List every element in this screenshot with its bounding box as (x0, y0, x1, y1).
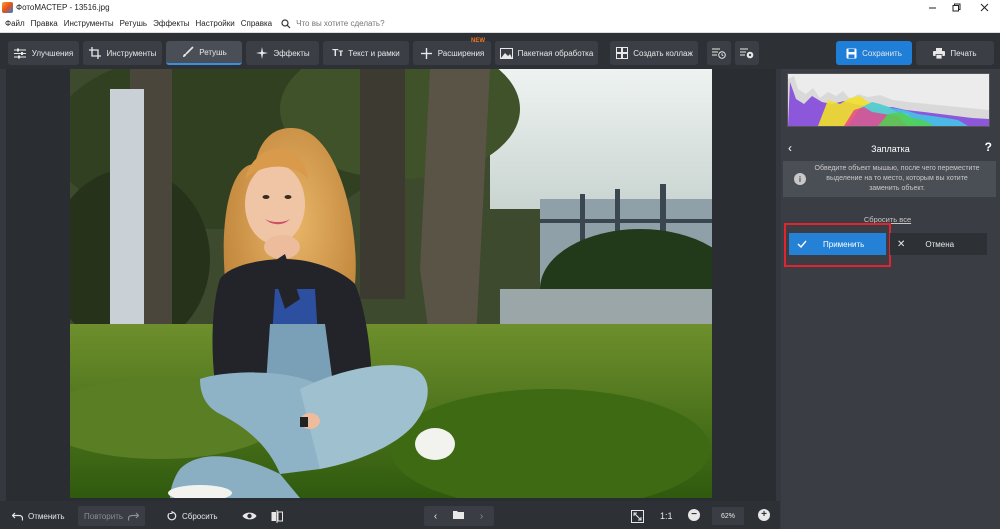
histogram (787, 73, 990, 127)
tab-text-frames[interactable]: Tт Текст и рамки (323, 41, 409, 65)
tab-extensions-label: Расширения (437, 48, 485, 58)
fullscreen-icon (631, 509, 644, 523)
info-box: i Обведите объект мышью, после чего пере… (783, 161, 996, 197)
save-button[interactable]: Сохранить (836, 41, 912, 65)
tab-enhancements[interactable]: Улучшения (8, 41, 79, 65)
redo-icon (128, 512, 140, 520)
undo-icon (12, 512, 23, 520)
tool-panel: ‹ Заплатка ? i Обведите объект мышью, по… (781, 69, 1000, 529)
check-icon (797, 240, 807, 248)
main-toolbar: Улучшения Инструменты Ретушь Эффекты Tт … (0, 33, 1000, 69)
bottom-bar: Отменить Повторить Сбросить ‹ › 1:1 − 62… (0, 501, 780, 529)
zoom-in-icon[interactable]: + (758, 509, 770, 521)
eye-icon (242, 512, 257, 520)
folder-icon[interactable] (447, 510, 470, 522)
menu-edit[interactable]: Правка (28, 19, 61, 28)
cancel-button[interactable]: ✕ Отмена (890, 233, 987, 255)
tab-enhancements-label: Улучшения (31, 48, 74, 58)
save-label: Сохранить (862, 48, 902, 58)
image-navigator: ‹ › (424, 506, 494, 526)
minimize-icon (928, 7, 936, 9)
next-image-icon[interactable]: › (470, 511, 493, 522)
panel-title: Заплатка (871, 143, 910, 154)
print-button[interactable]: Печать (916, 41, 994, 65)
sliders-icon (14, 47, 27, 60)
menu-file[interactable]: Файл (0, 19, 28, 28)
menu-tools[interactable]: Инструменты (61, 19, 117, 28)
tab-retouch-label: Ретушь (199, 47, 227, 57)
photo-image[interactable] (70, 69, 712, 498)
tab-batch-processing[interactable]: Пакетная обработка (495, 41, 598, 65)
compare-icon (271, 509, 283, 523)
list-clock-icon (712, 48, 726, 59)
printer-icon (933, 47, 946, 59)
maximize-button[interactable] (942, 0, 970, 15)
info-icon: i (794, 173, 806, 185)
batch-icon (499, 47, 513, 60)
plus-icon (420, 47, 433, 60)
prev-image-icon[interactable]: ‹ (424, 511, 447, 522)
preview-button[interactable] (242, 506, 257, 526)
restore-icon (952, 3, 960, 12)
compare-button[interactable] (271, 506, 283, 526)
close-icon (980, 3, 988, 12)
new-badge: NEW (471, 38, 485, 44)
reset-icon (167, 511, 177, 521)
apply-label: Применить (823, 239, 865, 249)
collage-icon (615, 47, 628, 60)
redo-button[interactable]: Повторить (78, 506, 146, 526)
cancel-label: Отмена (925, 239, 955, 249)
close-icon: ✕ (897, 238, 906, 250)
back-arrow-icon[interactable]: ‹ (788, 141, 792, 155)
window-title: ФотоМАСТЕР - 13516.jpg (16, 3, 110, 12)
tab-extensions[interactable]: Расширения NEW (413, 38, 491, 65)
tab-batch-processing-label: Пакетная обработка (517, 48, 594, 58)
help-icon[interactable]: ? (985, 140, 992, 154)
undo-label: Отменить (28, 511, 65, 521)
menu-effects[interactable]: Эффекты (150, 19, 192, 28)
list-settings-icon (740, 48, 754, 59)
floppy-icon (846, 48, 857, 58)
text-icon: Tт (332, 47, 344, 59)
tab-text-frames-label: Текст и рамки (348, 48, 400, 58)
command-search-input[interactable] (296, 19, 417, 28)
tab-tools-label: Инструменты (106, 48, 157, 58)
app-logo-icon (2, 2, 13, 13)
title-bar: ФотоМАСТЕР - 13516.jpg (0, 0, 1000, 15)
tab-retouch[interactable]: Ретушь (166, 41, 242, 65)
tab-tools[interactable]: Инструменты (83, 41, 162, 65)
actual-size-button[interactable]: 1:1 (660, 506, 673, 526)
menu-help[interactable]: Справка (238, 19, 275, 28)
menu-bar: Файл Правка Инструменты Ретушь Эффекты Н… (0, 15, 1000, 33)
undo-button[interactable]: Отменить (12, 506, 65, 526)
reset-button[interactable]: Сбросить (167, 506, 218, 526)
brush-icon (181, 46, 194, 59)
info-text: Обведите объект мышью, после чего переме… (814, 165, 980, 192)
print-label: Печать (950, 48, 977, 58)
panel-header: ‹ Заплатка ? (781, 140, 1000, 157)
presets-button[interactable] (735, 41, 759, 65)
menu-retouch[interactable]: Ретушь (117, 19, 151, 28)
portrait-photo (70, 69, 712, 498)
menu-settings[interactable]: Настройки (192, 19, 237, 28)
tab-effects[interactable]: Эффекты (246, 41, 319, 65)
sparkle-icon (255, 47, 268, 60)
apply-button[interactable]: Применить (789, 233, 886, 255)
tab-create-collage-label: Создать коллаж (633, 48, 693, 58)
history-button[interactable] (707, 41, 731, 65)
search-icon (281, 18, 293, 30)
redo-label: Повторить (84, 511, 124, 521)
zoom-out-icon[interactable]: − (688, 509, 700, 521)
fit-screen-button[interactable] (631, 506, 644, 526)
reset-label: Сбросить (182, 511, 218, 521)
app-window: ФотоМАСТЕР - 13516.jpg Файл Правка Инстр… (0, 0, 1000, 529)
close-button[interactable] (970, 0, 998, 15)
tab-create-collage[interactable]: Создать коллаж (610, 41, 698, 65)
tab-effects-label: Эффекты (273, 48, 310, 58)
zoom-level[interactable]: 62% (712, 507, 744, 525)
photo-canvas[interactable] (6, 69, 776, 501)
crop-icon (89, 47, 102, 60)
